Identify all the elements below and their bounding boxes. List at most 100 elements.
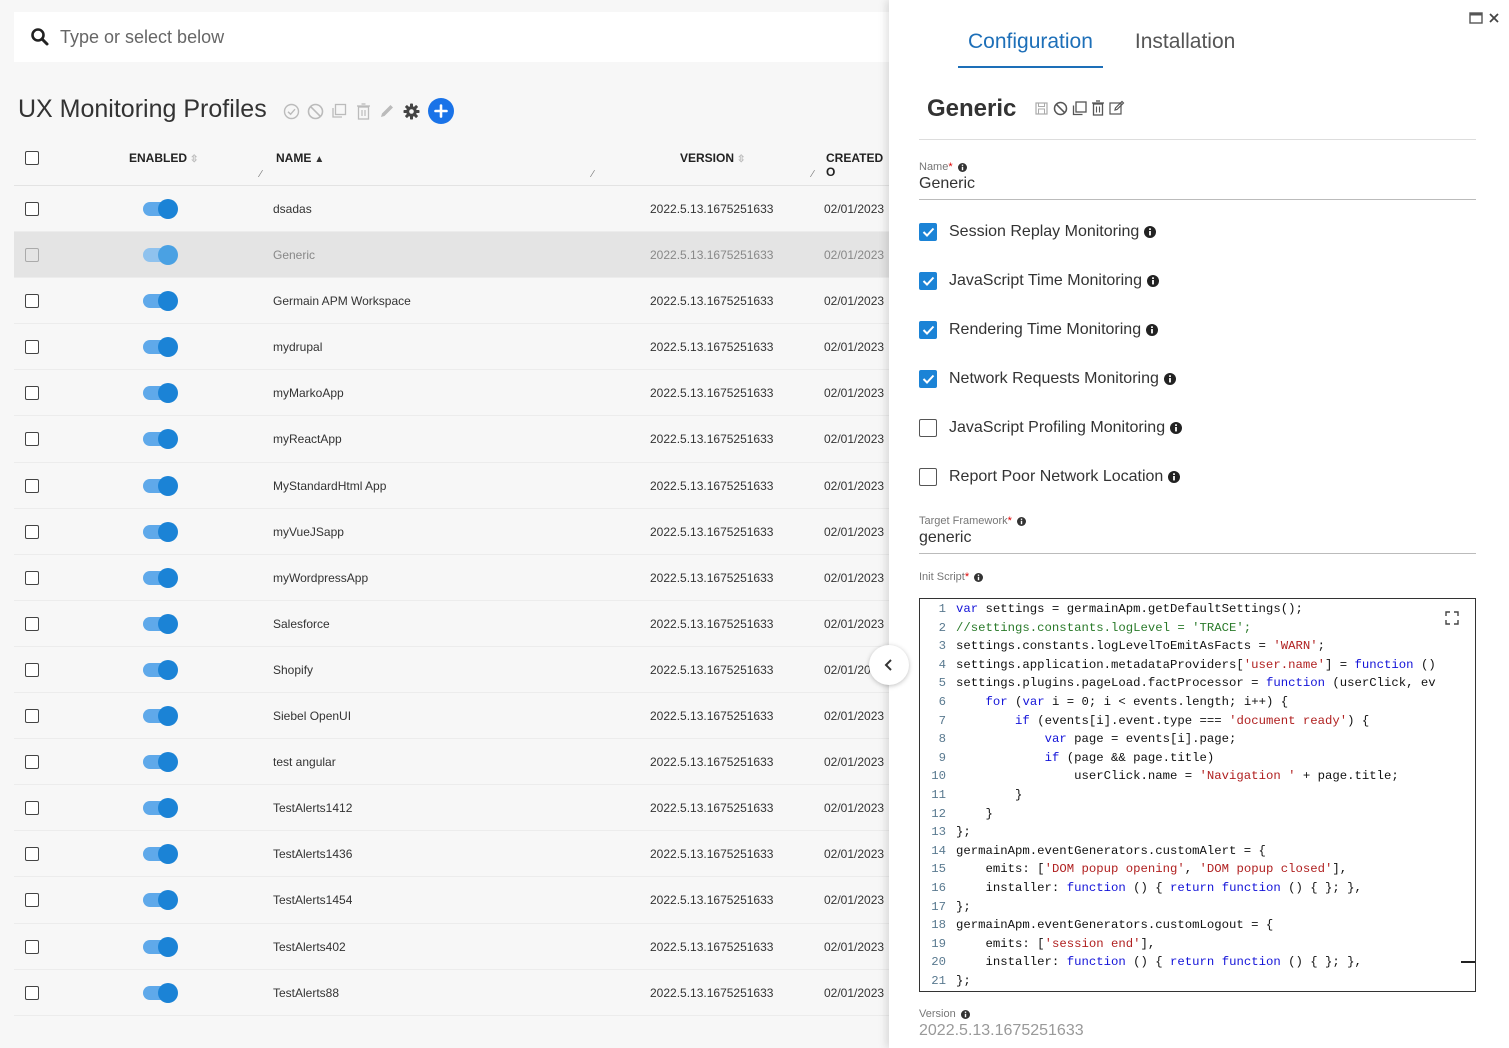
- checkbox-checked[interactable]: [919, 321, 937, 339]
- row-checkbox[interactable]: [25, 939, 39, 954]
- option-row[interactable]: Rendering Time Monitoring: [919, 321, 1159, 339]
- row-checkbox[interactable]: [25, 432, 39, 447]
- close-icon[interactable]: [1489, 13, 1499, 23]
- table-row[interactable]: myVueJSapp 2022.5.13.1675251633 02/01/2023: [14, 509, 889, 555]
- row-checkbox[interactable]: [25, 616, 39, 631]
- delete-icon[interactable]: [354, 100, 372, 122]
- save-icon[interactable]: [1033, 99, 1049, 117]
- checkbox-checked[interactable]: [919, 223, 937, 241]
- enabled-toggle[interactable]: [143, 429, 179, 450]
- row-checkbox[interactable]: [25, 801, 39, 816]
- enabled-toggle[interactable]: [143, 798, 179, 819]
- collapse-panel-button[interactable]: [869, 645, 909, 685]
- disable-icon[interactable]: [1052, 99, 1068, 117]
- table-row[interactable]: TestAlerts402 2022.5.13.1675251633 02/01/2…: [14, 924, 889, 970]
- scrollbar-thumb[interactable]: [1461, 961, 1475, 963]
- row-checkbox[interactable]: [25, 340, 39, 355]
- row-checkbox[interactable]: [25, 294, 39, 309]
- target-framework-select[interactable]: generic: [919, 529, 971, 547]
- option-row[interactable]: Report Poor Network Location: [919, 468, 1181, 486]
- table-row[interactable]: Generic 2022.5.13.1675251633 02/01/2023: [14, 232, 889, 279]
- info-icon[interactable]: [957, 162, 967, 172]
- table-row[interactable]: myMarkoApp 2022.5.13.1675251633 02/01/2023: [14, 370, 889, 417]
- row-checkbox[interactable]: [25, 570, 39, 585]
- info-icon[interactable]: [1146, 324, 1159, 336]
- edit-icon[interactable]: [1109, 99, 1125, 117]
- name-input[interactable]: Generic: [919, 175, 975, 193]
- enabled-toggle[interactable]: [143, 383, 179, 404]
- enabled-toggle[interactable]: [143, 844, 179, 865]
- row-checkbox[interactable]: [25, 524, 39, 539]
- enabled-toggle[interactable]: [143, 659, 179, 680]
- duplicate-icon[interactable]: [1071, 99, 1087, 117]
- enabled-toggle[interactable]: [143, 982, 179, 1003]
- table-row[interactable]: Siebel OpenUI 2022.5.13.1675251633 02/01/2…: [14, 693, 889, 740]
- column-resize-handle[interactable]: ∕: [812, 169, 814, 180]
- checkbox-unchecked[interactable]: [919, 468, 937, 486]
- checkbox-checked[interactable]: [919, 272, 937, 290]
- enabled-toggle[interactable]: [143, 291, 179, 312]
- duplicate-icon[interactable]: [330, 100, 348, 122]
- row-checkbox[interactable]: [25, 478, 39, 493]
- table-row[interactable]: TestAlerts1436 2022.5.13.1675251633 02/01/…: [14, 831, 889, 878]
- row-checkbox[interactable]: [25, 662, 39, 677]
- init-script-editor[interactable]: 1 var settings = germainApm.getDefaultSet…: [919, 598, 1476, 992]
- select-all-checkbox[interactable]: [25, 151, 39, 165]
- row-checkbox[interactable]: [25, 202, 39, 216]
- table-row[interactable]: myWordpressApp 2022.5.13.1675251633 02/01/…: [14, 555, 889, 601]
- table-row[interactable]: dsadas 2022.5.13.1675251633 02/01/2023: [14, 186, 889, 233]
- column-resize-handle[interactable]: ∕: [260, 169, 262, 180]
- table-row[interactable]: Germain APM Workspace 2022.5.13.167525163…: [14, 278, 889, 325]
- table-row[interactable]: test angular 2022.5.13.1675251633 02/01/20…: [14, 739, 889, 786]
- info-icon[interactable]: [1170, 422, 1183, 434]
- delete-icon[interactable]: [1090, 99, 1106, 117]
- edit-icon[interactable]: [378, 100, 396, 122]
- row-checkbox[interactable]: [25, 755, 39, 770]
- column-header-name[interactable]: NAME ▲: [276, 151, 324, 165]
- search-input[interactable]: [60, 26, 760, 48]
- option-row[interactable]: JavaScript Profiling Monitoring: [919, 419, 1183, 437]
- column-resize-handle[interactable]: ∕: [592, 169, 594, 180]
- option-row[interactable]: Session Replay Monitoring: [919, 223, 1157, 241]
- row-checkbox[interactable]: [25, 985, 39, 1000]
- info-icon[interactable]: [1144, 226, 1157, 238]
- enabled-toggle[interactable]: [143, 475, 179, 496]
- checkbox-checked[interactable]: [919, 370, 937, 388]
- settings-gear-icon[interactable]: [402, 100, 420, 122]
- tab-installation[interactable]: Installation: [1125, 30, 1245, 68]
- checkbox-unchecked[interactable]: [919, 419, 937, 437]
- table-row[interactable]: myReactApp 2022.5.13.1675251633 02/01/2023: [14, 416, 889, 463]
- table-row[interactable]: TestAlerts1454 2022.5.13.1675251633 02/01/…: [14, 877, 889, 924]
- enabled-toggle[interactable]: [143, 521, 179, 542]
- enabled-toggle[interactable]: [143, 890, 179, 911]
- enabled-toggle[interactable]: [143, 936, 179, 957]
- info-icon[interactable]: [974, 572, 984, 582]
- column-header-enabled[interactable]: ENABLED ⇳: [129, 151, 198, 165]
- row-checkbox[interactable]: [25, 847, 39, 862]
- info-icon[interactable]: [1146, 275, 1159, 287]
- table-row[interactable]: TestAlerts1412 2022.5.13.1675251633 02/01/…: [14, 785, 889, 832]
- column-header-created[interactable]: CREATED O: [826, 151, 889, 179]
- disable-icon[interactable]: [306, 100, 324, 122]
- add-profile-button[interactable]: [428, 98, 454, 124]
- enabled-toggle[interactable]: [143, 567, 179, 588]
- fullscreen-icon[interactable]: [1445, 611, 1459, 625]
- info-icon[interactable]: [960, 1009, 970, 1019]
- table-row[interactable]: Salesforce 2022.5.13.1675251633 02/01/2023: [14, 601, 889, 647]
- enabled-toggle[interactable]: [143, 337, 179, 358]
- tab-configuration[interactable]: Configuration: [958, 30, 1103, 68]
- info-icon[interactable]: [1163, 373, 1176, 385]
- table-row[interactable]: TestAlerts88 2022.5.13.1675251633 02/01/20…: [14, 970, 889, 1016]
- enabled-toggle[interactable]: [143, 245, 179, 266]
- table-row[interactable]: Shopify 2022.5.13.1675251633 02/01/20: [14, 647, 889, 694]
- table-row[interactable]: mydrupal 2022.5.13.1675251633 02/01/2023: [14, 324, 889, 371]
- enabled-toggle[interactable]: [143, 752, 179, 773]
- option-row[interactable]: Network Requests Monitoring: [919, 370, 1176, 388]
- enabled-toggle[interactable]: [143, 706, 179, 727]
- row-checkbox[interactable]: [25, 709, 39, 724]
- enable-icon[interactable]: [282, 100, 300, 122]
- enabled-toggle[interactable]: [143, 199, 179, 219]
- info-icon[interactable]: [1168, 471, 1181, 483]
- info-icon[interactable]: [1016, 516, 1026, 526]
- row-checkbox[interactable]: [25, 386, 39, 401]
